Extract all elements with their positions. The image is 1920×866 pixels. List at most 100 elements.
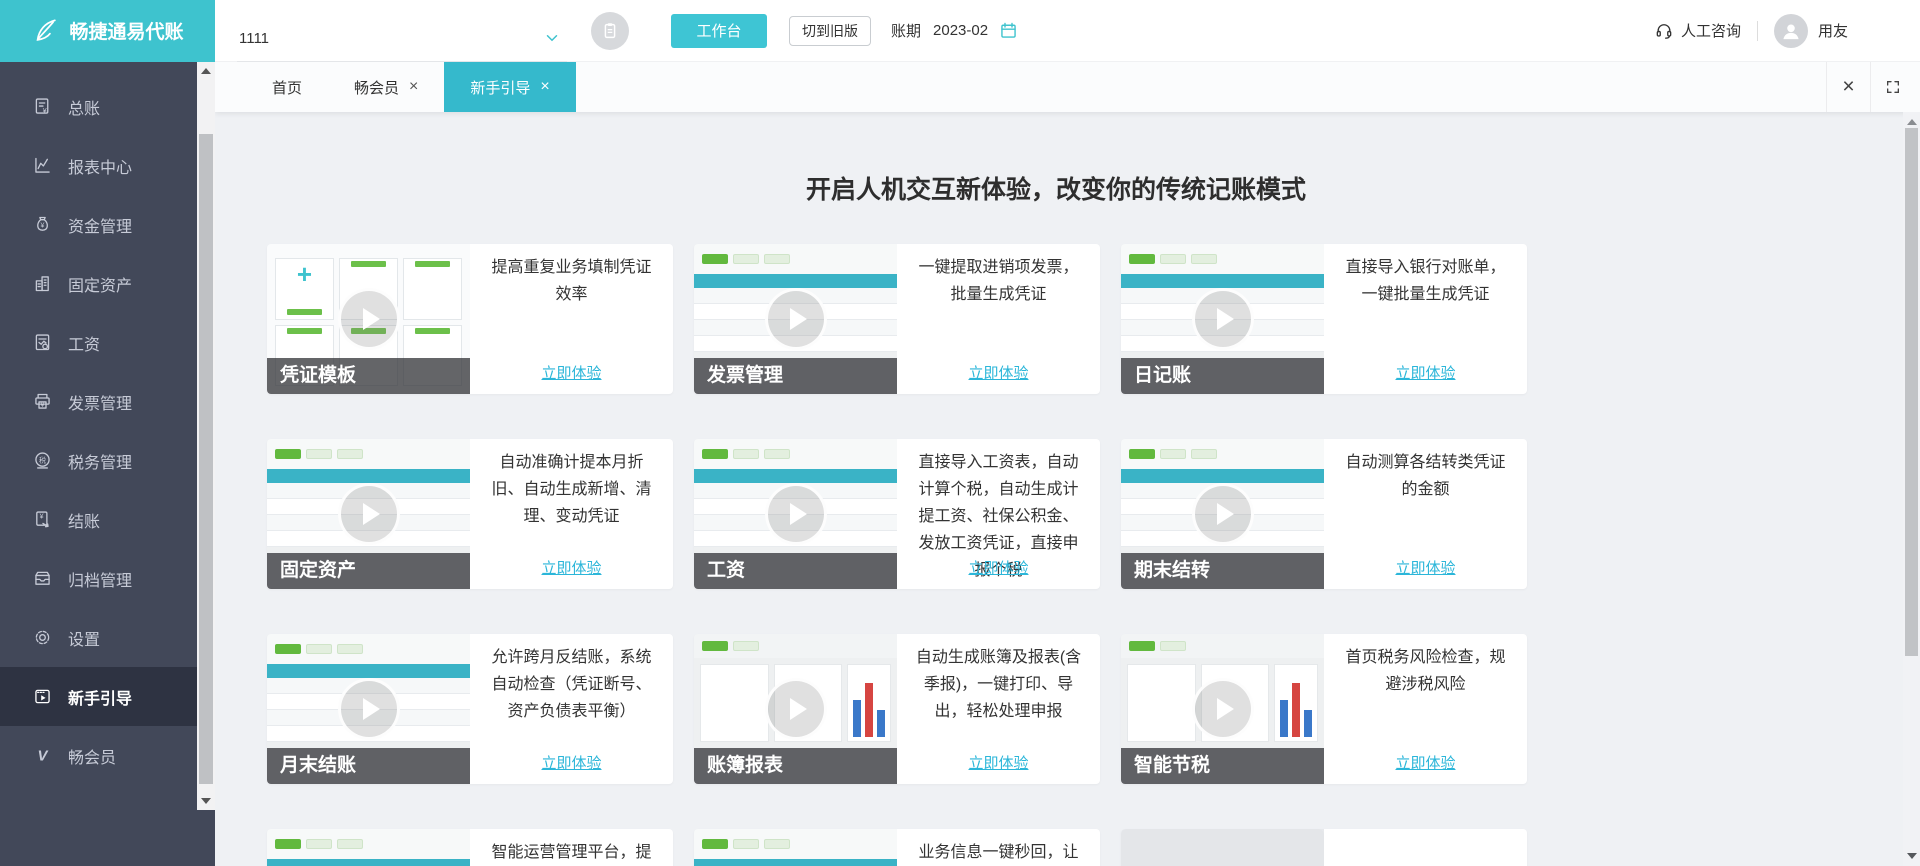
sidebar-item-label: 工资 bbox=[68, 336, 101, 354]
sidebar-scrollbar[interactable] bbox=[197, 62, 215, 810]
feature-card-6: 期末结转 自动测算各结转类凭证的金额立即体验 bbox=[1121, 439, 1527, 589]
feature-card-9: 智能节税 首页税务风险检查，规避涉税风险 立即体验 bbox=[1121, 634, 1527, 784]
feature-description: 智能运营管理平台，提升 bbox=[491, 844, 652, 861]
sidebar-item-member[interactable]: V 畅会员 bbox=[0, 726, 197, 785]
period-label: 账期 bbox=[891, 23, 922, 40]
sidebar-item-invoice[interactable]: ¥ 发票管理 bbox=[0, 372, 197, 431]
feature-card-4: 固定资产 自动准确计提本月折旧、自动生成新增、清理、变动凭证 立即体验 bbox=[267, 439, 673, 589]
sidebar-item-salary[interactable]: 工资 bbox=[0, 313, 197, 372]
video-thumbnail[interactable]: 凭证模板 bbox=[267, 244, 470, 394]
closing-icon: ¥ bbox=[32, 509, 53, 530]
try-now-link[interactable]: 立即体验 bbox=[897, 557, 1100, 578]
play-button-icon[interactable] bbox=[764, 483, 827, 545]
try-now-link[interactable]: 立即体验 bbox=[1324, 752, 1527, 773]
video-thumbnail[interactable]: 日记账 bbox=[1121, 244, 1324, 394]
scroll-down-icon[interactable] bbox=[197, 794, 215, 808]
sidebar-item-assets[interactable]: 固定资产 bbox=[0, 254, 197, 313]
sidebar-item-label: 固定资产 bbox=[68, 277, 133, 295]
tab-item-1[interactable]: 畅会员 × bbox=[328, 62, 444, 112]
sidebar-item-funds[interactable]: ¥ 资金管理 bbox=[0, 195, 197, 254]
clipboard-icon[interactable] bbox=[591, 11, 629, 50]
play-button-icon[interactable] bbox=[337, 678, 400, 740]
account-select[interactable]: 1111 bbox=[237, 16, 567, 62]
play-button-icon[interactable] bbox=[337, 288, 400, 350]
feature-card-2: 发票管理 一键提取进销项发票，批量生成凭证 立即体验 bbox=[694, 244, 1100, 394]
switch-old-version-button[interactable]: 切到旧版 bbox=[789, 15, 871, 46]
feature-text-panel: 智能运营管理平台，提升立即体验 bbox=[470, 829, 673, 866]
video-thumbnail[interactable]: 账簿报表 bbox=[694, 634, 897, 784]
tab-label: 新手引导 bbox=[470, 79, 531, 97]
scroll-up-icon[interactable] bbox=[197, 64, 215, 78]
try-now-link[interactable]: 立即体验 bbox=[470, 362, 673, 383]
sidebar-item-reports[interactable]: 报表中心 bbox=[0, 136, 197, 195]
feature-description: 提高重复业务填制凭证效率 bbox=[491, 259, 652, 303]
try-now-link[interactable]: 立即体验 bbox=[897, 362, 1100, 383]
video-thumbnail[interactable] bbox=[694, 829, 897, 866]
invoice-icon: ¥ bbox=[32, 391, 53, 412]
play-button-icon[interactable] bbox=[1191, 678, 1254, 740]
account-select-value: 1111 bbox=[239, 29, 270, 47]
feature-card-10: 智能运营管理平台，提升立即体验 bbox=[267, 829, 673, 866]
sidebar-item-ledger[interactable]: ¥ 总账 bbox=[0, 77, 197, 136]
period-value: 2023-02 bbox=[933, 22, 989, 39]
workbench-button[interactable]: 工作台 bbox=[671, 13, 767, 48]
video-thumbnail[interactable]: 月末结账 bbox=[267, 634, 470, 784]
user-name[interactable]: 用友 bbox=[1818, 20, 1848, 41]
video-thumbnail[interactable]: 工资 bbox=[694, 439, 897, 589]
try-now-link[interactable]: 立即体验 bbox=[1324, 362, 1527, 383]
calendar-icon[interactable] bbox=[998, 20, 1019, 41]
fullscreen-icon[interactable] bbox=[1870, 62, 1914, 112]
scroll-up-icon[interactable] bbox=[1903, 115, 1920, 129]
play-button-icon[interactable] bbox=[337, 483, 400, 545]
try-now-link[interactable]: 立即体验 bbox=[1324, 557, 1527, 578]
avatar[interactable] bbox=[1773, 13, 1808, 48]
feature-description: 自动测算各结转类凭证的金额 bbox=[1345, 454, 1506, 498]
scroll-down-icon[interactable] bbox=[1903, 849, 1920, 863]
ledger-icon: ¥ bbox=[32, 96, 53, 117]
play-button-icon[interactable] bbox=[764, 678, 827, 740]
try-now-link[interactable]: 立即体验 bbox=[897, 752, 1100, 773]
video-thumbnail[interactable]: 固定资产 bbox=[267, 439, 470, 589]
try-now-link[interactable]: 立即体验 bbox=[470, 752, 673, 773]
play-button-icon[interactable] bbox=[764, 288, 827, 350]
video-thumbnail[interactable]: 期末结转 bbox=[1121, 439, 1324, 589]
video-preview-image bbox=[694, 829, 897, 866]
sidebar-item-tax[interactable]: 税 税务管理 bbox=[0, 431, 197, 490]
salary-icon bbox=[32, 332, 53, 353]
tab-close-icon[interactable]: × bbox=[409, 78, 418, 96]
sidebar-item-label: 结账 bbox=[68, 513, 101, 531]
sidebar-item-archive[interactable]: 归档管理 bbox=[0, 549, 197, 608]
video-thumbnail[interactable] bbox=[267, 829, 470, 866]
page-scrollbar[interactable] bbox=[1903, 112, 1920, 866]
support-link[interactable]: 人工咨询 bbox=[1681, 20, 1741, 41]
video-title-overlay: 账簿报表 bbox=[694, 748, 897, 784]
sidebar-scrollbar-thumb[interactable] bbox=[199, 134, 213, 784]
cards-grid: 凭证模板提高重复业务填制凭证效率立即体验 发票管理一键提取进销项发票，批量生成凭… bbox=[267, 244, 1527, 866]
video-thumbnail[interactable] bbox=[1121, 829, 1324, 866]
tab-item-2[interactable]: 新手引导 × bbox=[444, 62, 576, 112]
close-icon[interactable]: × bbox=[1826, 62, 1870, 112]
video-title-overlay: 日记账 bbox=[1121, 358, 1324, 394]
tabs: 首页 畅会员 × 新手引导 × bbox=[246, 62, 576, 112]
feature-text-panel: 一键提取进销项发票，批量生成凭证 立即体验 bbox=[897, 244, 1100, 394]
video-thumbnail[interactable]: 智能节税 bbox=[1121, 634, 1324, 784]
sidebar-item-settings[interactable]: 设置 bbox=[0, 608, 197, 667]
feature-text-panel: 自动生成账簿及报表(含季报)，一键打印、导出，轻松处理申报 立即体验 bbox=[897, 634, 1100, 784]
video-title-overlay: 月末结账 bbox=[267, 748, 470, 784]
tab-close-icon[interactable]: × bbox=[540, 78, 549, 96]
try-now-link[interactable]: 立即体验 bbox=[470, 557, 673, 578]
feather-logo-icon bbox=[37, 19, 57, 41]
feature-card-5: 工资 直接导入工资表，自动计算个税，自动生成计提工资、社保公积金、发放工资凭证，直… bbox=[694, 439, 1100, 589]
report-center-icon bbox=[32, 155, 53, 176]
sidebar-item-closing[interactable]: ¥ 结账 bbox=[0, 490, 197, 549]
tab-home[interactable]: 首页 bbox=[246, 62, 328, 112]
video-guide-icon bbox=[32, 686, 53, 707]
sidebar-item-guide[interactable]: 新手引导 bbox=[0, 667, 197, 726]
feature-card-3: 日记账 直接导入银行对账单，一键批量生成凭证 立即体验 bbox=[1121, 244, 1527, 394]
play-button-icon[interactable] bbox=[1191, 288, 1254, 350]
page-scrollbar-thumb[interactable] bbox=[1905, 128, 1918, 656]
sidebar-item-label: 设置 bbox=[68, 631, 101, 649]
settings-icon bbox=[32, 627, 53, 648]
video-thumbnail[interactable]: 发票管理 bbox=[694, 244, 897, 394]
play-button-icon[interactable] bbox=[1191, 483, 1254, 545]
